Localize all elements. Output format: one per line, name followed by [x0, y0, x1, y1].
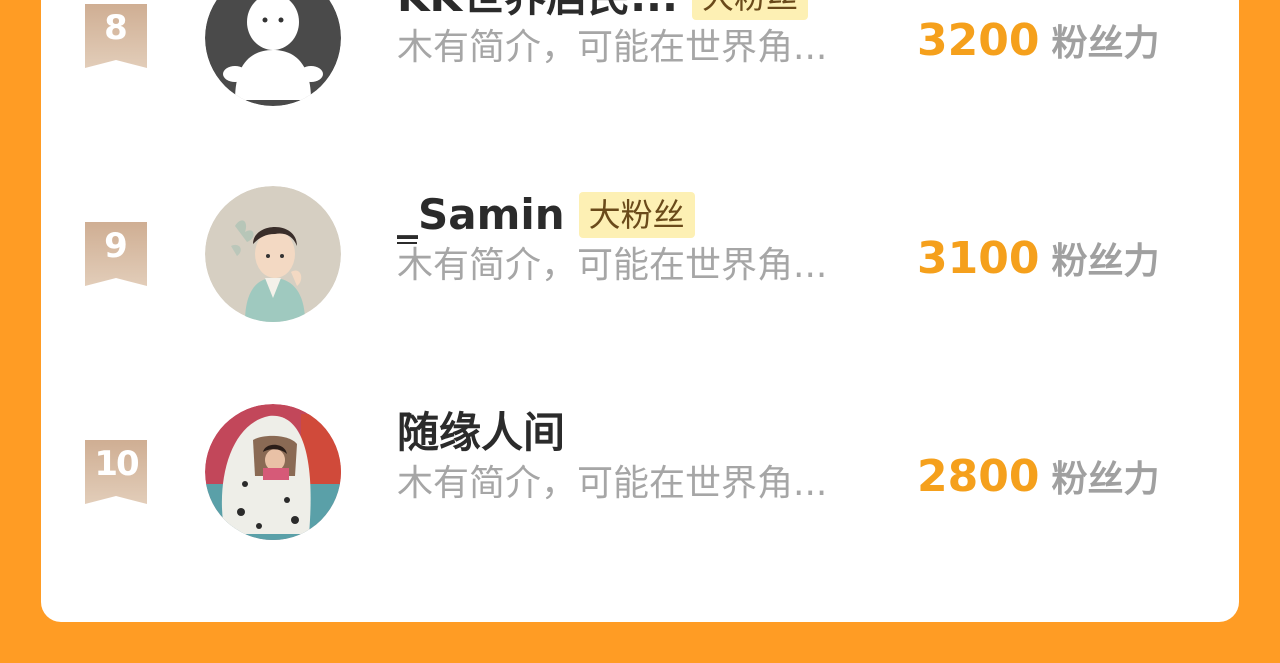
list-item[interactable]: 9 _Samin 大粉丝 木有简介，可能在世界角... 3100 粉丝力 — [41, 140, 1239, 322]
score-unit: 粉丝力 — [1051, 23, 1160, 64]
score-unit: 粉丝力 — [1051, 459, 1160, 500]
user-name-text: KK世界居民... — [397, 0, 678, 21]
fan-badge: 大粉丝 — [578, 191, 695, 238]
rank-number: 8 — [104, 8, 128, 48]
fan-badge: 大粉丝 — [691, 0, 808, 20]
user-name[interactable]: KK世界居民... 大粉丝 — [397, 0, 808, 23]
score-value: 3200 — [917, 15, 1040, 66]
list-item[interactable]: 8 KK世界居民... 大粉丝 木有简介，可能在世界角... 3200 粉丝力 — [41, 0, 1239, 106]
fan-score: 3100 粉丝力 — [917, 234, 1159, 293]
list-item[interactable]: 10 随缘人间 木有简介，可能在世界角... 2800 粉丝力 — [41, 358, 1239, 540]
rank-number: 10 — [94, 444, 139, 484]
score-value: 3100 — [917, 233, 1040, 284]
user-photo-icon — [205, 404, 341, 540]
user-name-text: _Samin — [397, 190, 565, 239]
avatar[interactable] — [205, 0, 341, 106]
avatar[interactable] — [205, 186, 341, 322]
avatar[interactable] — [205, 404, 341, 540]
user-name[interactable]: 随缘人间 — [397, 408, 565, 458]
default-avatar-icon — [205, 0, 341, 106]
rank-ribbon: 10 — [85, 440, 147, 504]
fan-score: 2800 粉丝力 — [917, 452, 1159, 511]
user-bio: 木有简介，可能在世界角... — [397, 463, 828, 504]
fan-score: 3200 粉丝力 — [917, 16, 1159, 75]
user-name[interactable]: _Samin 大粉丝 — [397, 190, 695, 241]
rank-ribbon: 9 — [85, 222, 147, 286]
rank-ribbon: 8 — [85, 4, 147, 68]
user-bio: 木有简介，可能在世界角... — [397, 27, 828, 68]
score-value: 2800 — [917, 451, 1040, 502]
user-name-text: 随缘人间 — [397, 408, 566, 457]
score-unit: 粉丝力 — [1051, 241, 1160, 282]
rank-number: 9 — [104, 226, 128, 266]
ranking-card: 8 KK世界居民... 大粉丝 木有简介，可能在世界角... 3200 粉丝力 — [41, 0, 1239, 622]
user-bio: 木有简介，可能在世界角... — [397, 245, 828, 286]
user-photo-icon — [205, 186, 341, 322]
